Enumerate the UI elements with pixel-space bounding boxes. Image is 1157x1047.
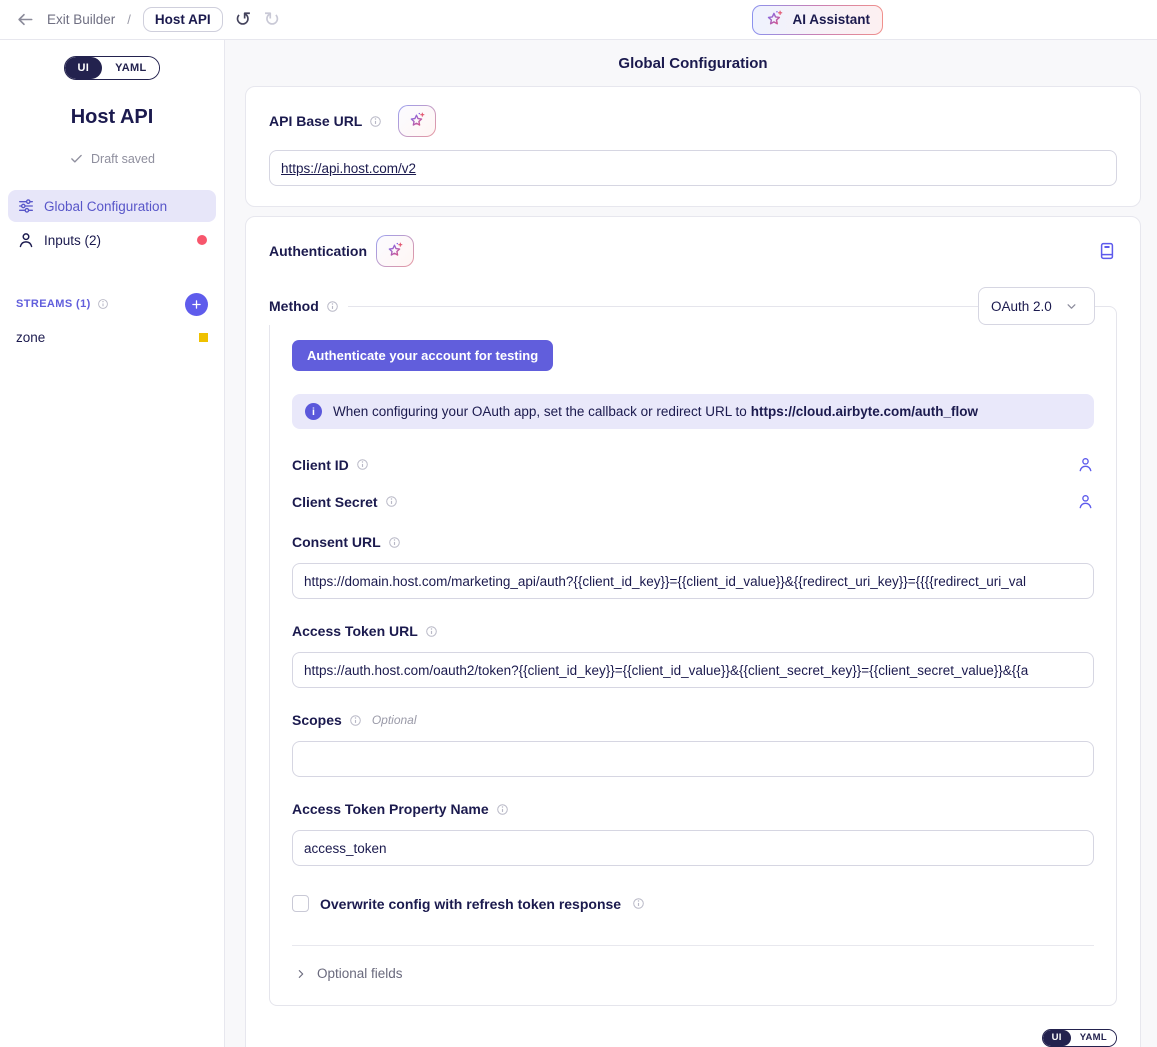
scopes-input[interactable] <box>292 741 1094 777</box>
save-status: Draft saved <box>0 151 224 166</box>
access-token-property-label: Access Token Property Name <box>292 801 489 817</box>
authentication-title: Authentication <box>269 243 367 259</box>
redo-icon: ↻ <box>263 10 280 30</box>
breadcrumb-separator: / <box>127 12 131 27</box>
scopes-label: Scopes <box>292 712 342 728</box>
callback-url: https://cloud.airbyte.com/auth_flow <box>751 404 978 419</box>
chevron-right-icon <box>294 967 308 981</box>
api-base-url-card: API Base URL <box>245 86 1141 207</box>
consent-url-input[interactable] <box>292 563 1094 599</box>
sparkle-star-icon <box>765 10 784 29</box>
api-base-url-input[interactable] <box>269 150 1117 186</box>
info-icon[interactable] <box>97 298 109 310</box>
section-ui-yaml-toggle: UI YAML <box>1042 1029 1117 1047</box>
main-panel: Global Configuration API Base URL Authen… <box>225 40 1157 1047</box>
info-icon[interactable] <box>326 300 339 313</box>
sidebar-item-label: Inputs (2) <box>44 233 101 248</box>
client-id-label: Client ID <box>292 457 349 473</box>
info-icon[interactable] <box>425 625 438 638</box>
plus-icon <box>190 298 203 311</box>
access-token-url-field: Access Token URL <box>292 623 1094 688</box>
toggle-ui[interactable]: UI <box>1043 1030 1071 1046</box>
access-token-url-input[interactable] <box>292 652 1094 688</box>
top-bar: Exit Builder / Host API ↺ ↻ AI Assistant <box>0 0 1157 40</box>
overwrite-config-label: Overwrite config with refresh token resp… <box>320 896 621 912</box>
sidebar-item-inputs[interactable]: Inputs (2) <box>8 224 216 256</box>
info-icon[interactable] <box>632 897 645 910</box>
check-icon <box>69 151 84 166</box>
person-icon <box>17 231 35 249</box>
chevron-down-icon <box>1064 299 1079 314</box>
add-stream-button[interactable] <box>185 293 208 316</box>
sidebar-item-global-configuration[interactable]: Global Configuration <box>8 190 216 222</box>
streams-header: STREAMS (1) <box>16 298 91 310</box>
stream-name: zone <box>16 330 45 345</box>
ai-suggest-button[interactable] <box>376 235 414 267</box>
method-selected-value: OAuth 2.0 <box>991 299 1052 314</box>
sparkle-star-icon <box>386 242 404 260</box>
client-id-row: Client ID <box>292 456 1094 473</box>
client-secret-label: Client Secret <box>292 494 378 510</box>
access-token-property-field: Access Token Property Name <box>292 801 1094 866</box>
user-input-icon[interactable] <box>1077 493 1094 510</box>
undo-icon[interactable]: ↺ <box>235 10 252 30</box>
save-status-label: Draft saved <box>91 152 155 166</box>
ai-assistant-button[interactable]: AI Assistant <box>752 5 883 35</box>
info-icon[interactable] <box>388 536 401 549</box>
ui-yaml-toggle: UI YAML <box>64 56 161 80</box>
toggle-yaml[interactable]: YAML <box>102 57 159 79</box>
authenticate-button[interactable]: Authenticate your account for testing <box>292 340 553 371</box>
api-base-url-label: API Base URL <box>269 113 362 129</box>
info-icon[interactable] <box>356 458 369 471</box>
info-filled-icon: i <box>305 403 322 420</box>
exit-builder-link[interactable]: Exit Builder <box>47 12 115 27</box>
ai-assistant-label: AI Assistant <box>792 12 870 27</box>
optional-tag: Optional <box>372 713 417 727</box>
access-token-url-label: Access Token URL <box>292 623 418 639</box>
consent-url-label: Consent URL <box>292 534 381 550</box>
authentication-card: Authentication Method OAuth 2.0 <box>245 216 1141 1047</box>
page-title: Global Configuration <box>245 40 1141 86</box>
info-icon[interactable] <box>369 115 382 128</box>
ai-suggest-button[interactable] <box>398 105 436 137</box>
sidebar: UI YAML Host API Draft saved Global Conf… <box>0 40 225 1047</box>
sidebar-item-stream-zone[interactable]: zone <box>0 330 224 345</box>
sparkle-star-icon <box>408 112 426 130</box>
error-dot <box>197 235 207 245</box>
connector-name-field[interactable]: Host API <box>143 7 223 32</box>
banner-text: When configuring your OAuth app, set the… <box>333 404 978 419</box>
sidebar-item-label: Global Configuration <box>44 199 167 214</box>
user-input-icon[interactable] <box>1077 456 1094 473</box>
oauth-callback-banner: i When configuring your OAuth app, set t… <box>292 394 1094 429</box>
method-select[interactable]: OAuth 2.0 <box>978 287 1095 325</box>
info-icon[interactable] <box>385 495 398 508</box>
access-token-property-input[interactable] <box>292 830 1094 866</box>
docs-book-icon[interactable] <box>1097 241 1117 261</box>
warning-dot <box>199 333 208 342</box>
optional-fields-expander[interactable]: Optional fields <box>292 946 1094 985</box>
consent-url-field: Consent URL <box>292 534 1094 599</box>
connector-title: Host API <box>0 106 224 129</box>
overwrite-config-row: Overwrite config with refresh token resp… <box>292 895 1094 912</box>
method-label: Method <box>269 298 319 314</box>
scopes-field: Scopes Optional <box>292 712 1094 777</box>
toggle-ui[interactable]: UI <box>65 57 103 79</box>
client-secret-row: Client Secret <box>292 493 1094 510</box>
toggle-yaml[interactable]: YAML <box>1071 1030 1116 1046</box>
oauth-group: Authenticate your account for testing i … <box>269 306 1117 1006</box>
optional-fields-label: Optional fields <box>317 966 403 981</box>
info-icon[interactable] <box>496 803 509 816</box>
back-icon[interactable] <box>16 10 35 29</box>
info-icon[interactable] <box>349 714 362 727</box>
overwrite-config-checkbox[interactable] <box>292 895 309 912</box>
sliders-icon <box>17 197 35 215</box>
